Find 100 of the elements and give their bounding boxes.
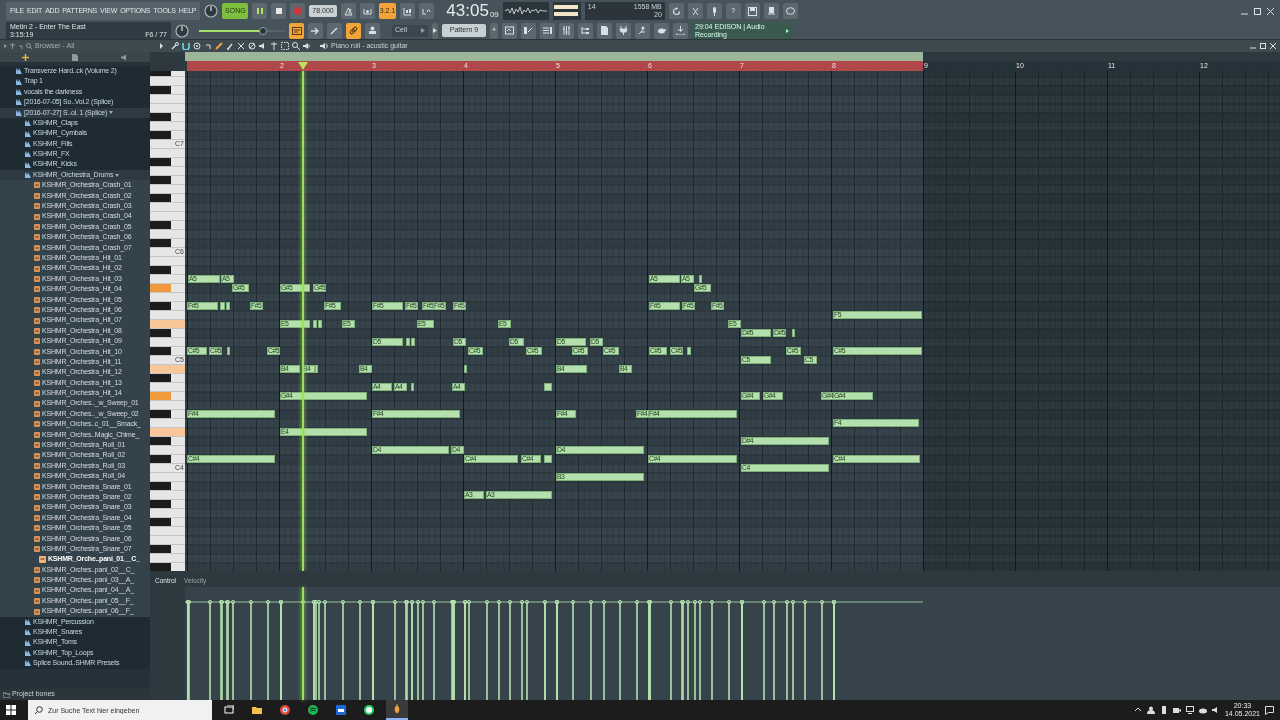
volume-icon[interactable] [1211,706,1220,714]
toggle-button[interactable] [340,3,356,19]
note[interactable] [411,383,414,392]
piano-key[interactable] [150,238,185,248]
tool-button[interactable] [346,22,361,39]
note[interactable] [220,302,225,311]
delete-icon[interactable] [237,42,245,50]
piano-key[interactable] [150,220,185,230]
piano-key[interactable] [150,373,185,383]
note[interactable] [792,329,795,338]
forbidden-icon[interactable] [248,42,256,50]
toggle-button[interactable] [419,3,435,19]
piano-key[interactable] [150,175,185,185]
mute-icon[interactable] [259,42,267,50]
toggle-button[interactable] [400,3,416,19]
pattern-arrow-button[interactable] [432,22,438,39]
window-toolbar-button[interactable] [635,22,650,39]
play-button[interactable] [252,3,268,19]
note[interactable] [318,320,322,329]
pencil-icon[interactable] [215,42,223,50]
toolbar-button[interactable] [782,3,798,19]
folder-icon[interactable] [252,705,262,715]
velocity-lane-drawing[interactable] [185,599,924,700]
window-toolbar-button[interactable] [654,22,669,39]
piano-key[interactable] [150,301,185,311]
globe-icon[interactable] [280,705,290,715]
person-icon[interactable] [1146,706,1155,714]
toolbar-button[interactable] [668,3,684,19]
file-icon[interactable] [72,53,78,61]
piano-key[interactable] [150,265,185,275]
note[interactable] [227,347,230,356]
cloud-icon[interactable] [1198,706,1207,714]
brush-icon[interactable] [226,42,234,50]
window-toolbar-button[interactable] [540,22,555,39]
piano-key[interactable] [150,85,185,95]
slider-thumb[interactable] [258,26,267,35]
window-toolbar-button[interactable] [559,22,574,39]
tool-button[interactable] [308,22,323,39]
close-icon[interactable] [1270,43,1276,49]
piano-key[interactable] [150,562,185,572]
note[interactable] [315,365,318,374]
notification-icon[interactable] [1265,705,1274,715]
tool-button[interactable] [289,22,304,39]
zoom-icon[interactable] [292,42,300,50]
undo-icon[interactable] [204,42,212,50]
stop-button[interactable] [271,3,287,19]
note[interactable] [699,275,702,284]
camera-icon[interactable] [1172,706,1181,714]
wrench-icon[interactable] [171,42,179,50]
speaker-icon[interactable] [320,42,328,50]
maximize-icon[interactable] [1260,43,1266,49]
tool-button[interactable] [365,22,380,39]
task-view-icon[interactable] [224,705,234,715]
window-toolbar-button[interactable] [578,22,593,39]
note[interactable] [544,383,552,392]
toolbar-button[interactable] [706,3,722,19]
note[interactable] [406,338,410,347]
note[interactable] [313,320,317,329]
close-icon[interactable] [1267,7,1274,15]
chevron-icon[interactable] [1133,706,1142,714]
speaker-icon[interactable] [303,42,311,50]
maximize-icon[interactable] [1254,7,1261,15]
monitor-icon[interactable] [1185,706,1194,714]
magnet-icon[interactable] [182,42,190,50]
target-icon[interactable] [193,42,201,50]
piano-key[interactable] [150,193,185,203]
toolbar-button[interactable] [744,3,760,19]
chat-app-icon[interactable] [364,705,374,715]
piano-key[interactable] [150,499,185,509]
piano-key[interactable] [150,157,185,167]
toolbar-button[interactable] [687,3,703,19]
note-grid[interactable] [185,71,1280,572]
note[interactable] [464,365,467,374]
piano-key[interactable] [150,346,185,356]
note[interactable] [687,347,691,356]
note[interactable] [544,455,552,464]
piano-key[interactable] [150,454,185,464]
slice-icon[interactable] [270,42,278,50]
windows-icon[interactable] [6,705,16,715]
piano-key[interactable] [150,481,185,491]
piano-key[interactable] [150,544,185,554]
window-toolbar-button[interactable] [673,22,688,39]
piano-key[interactable] [150,409,185,419]
piano-key[interactable] [150,112,185,122]
select-icon[interactable] [281,42,289,50]
toggle-button[interactable] [359,3,375,19]
toolbar-button[interactable] [763,3,779,19]
note[interactable] [226,302,230,311]
piano-key[interactable] [150,328,185,338]
window-toolbar-button[interactable] [502,22,517,39]
piano-key[interactable] [150,130,185,140]
fruit-icon[interactable] [392,704,402,714]
tool-button[interactable] [327,22,342,39]
window-toolbar-button[interactable] [616,22,631,39]
piano-key[interactable] [150,517,185,527]
note[interactable] [411,338,415,347]
plus-icon[interactable] [21,53,29,61]
piano-key[interactable] [150,436,185,446]
window-toolbar-button[interactable] [597,22,612,39]
mail-app-icon[interactable] [336,705,346,715]
